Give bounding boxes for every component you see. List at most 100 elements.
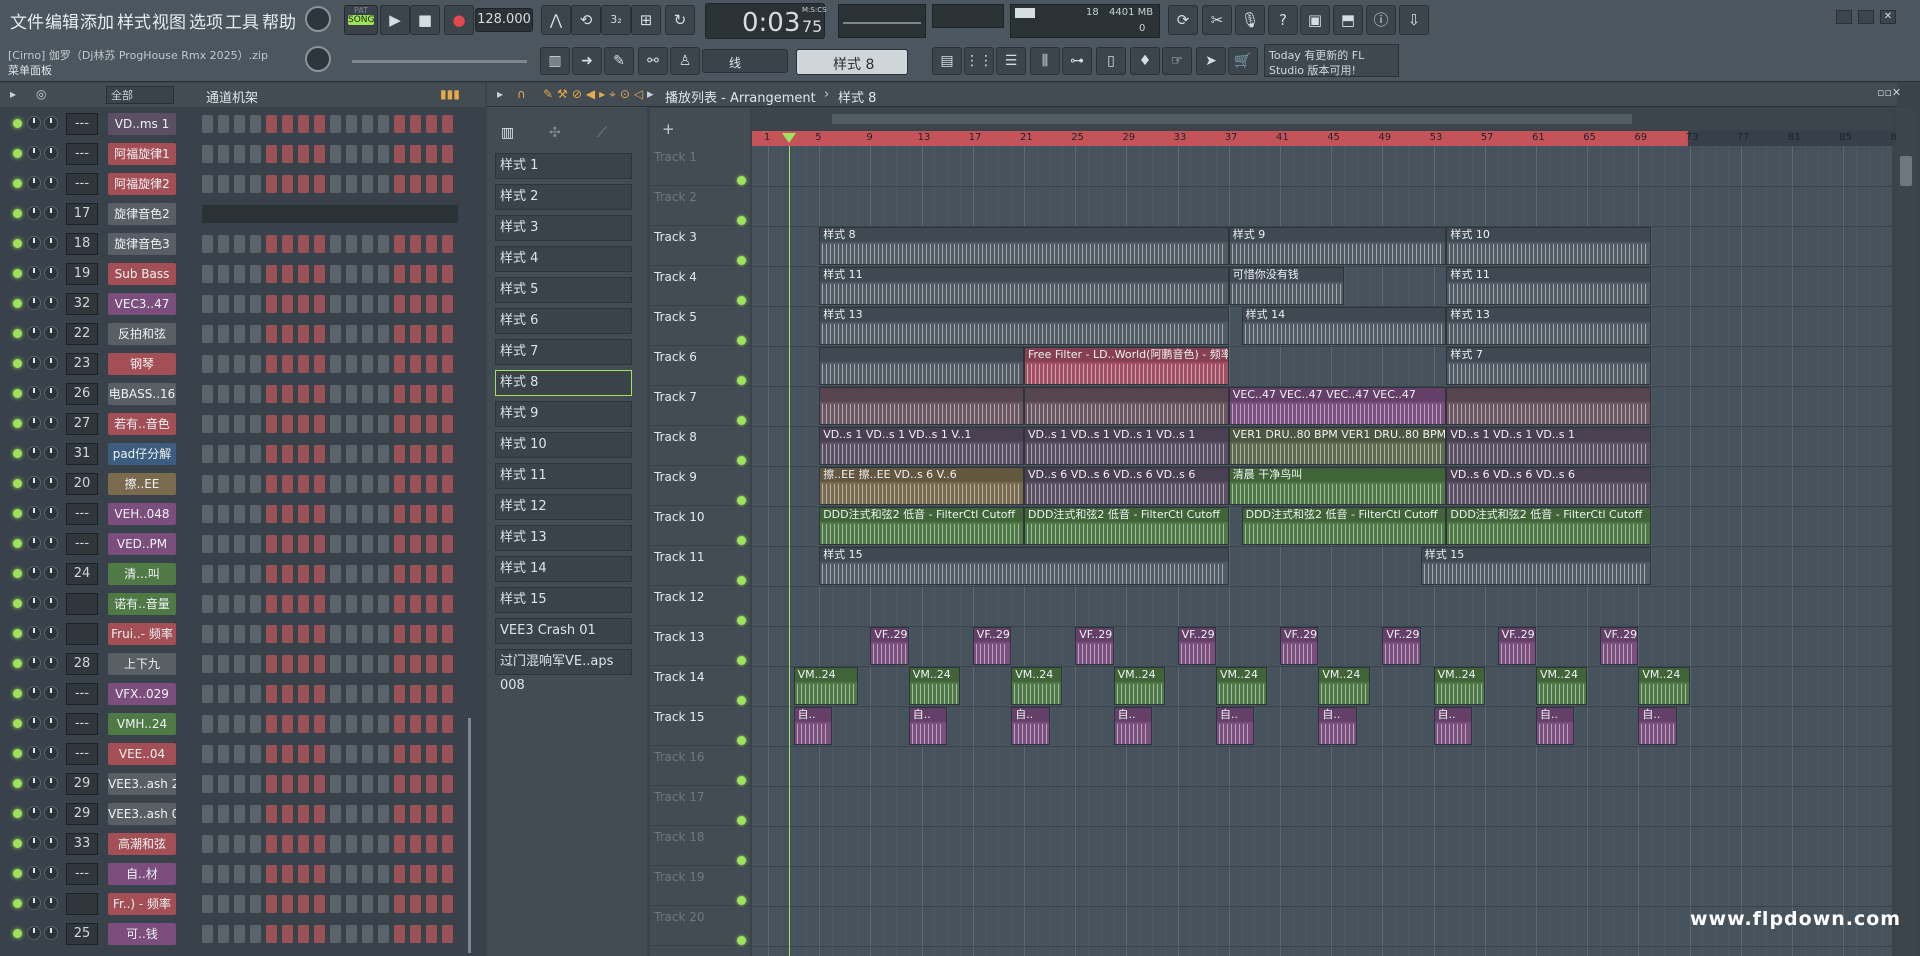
channel-mixer-track[interactable]: 29 — [66, 773, 98, 795]
playlist-clip[interactable]: VD..s 1 VD..s 1 VD..s 1 — [1446, 427, 1652, 465]
step-button[interactable] — [250, 565, 261, 583]
play-button[interactable]: ▶ — [380, 5, 410, 35]
volume-knob[interactable] — [44, 536, 58, 550]
step-button[interactable] — [394, 715, 405, 733]
step-button[interactable] — [266, 475, 277, 493]
step-button[interactable] — [410, 685, 421, 703]
pattern-item[interactable]: 样式 15 — [495, 587, 632, 613]
step-button[interactable] — [362, 715, 373, 733]
step-button[interactable] — [314, 145, 325, 163]
step-button[interactable] — [410, 415, 421, 433]
step-button[interactable] — [250, 745, 261, 763]
step-button[interactable] — [234, 805, 245, 823]
step-button[interactable] — [378, 895, 389, 913]
step-button[interactable] — [314, 625, 325, 643]
step-button[interactable] — [378, 415, 389, 433]
step-button[interactable] — [362, 325, 373, 343]
step-button[interactable] — [362, 625, 373, 643]
piano-roll-icon[interactable]: ▥ — [540, 47, 570, 75]
step-button[interactable] — [314, 235, 325, 253]
step-button[interactable] — [266, 715, 277, 733]
channel-led[interactable] — [13, 629, 22, 638]
step-button[interactable] — [266, 535, 277, 553]
step-button[interactable] — [394, 565, 405, 583]
step-button[interactable] — [234, 565, 245, 583]
step-button[interactable] — [298, 385, 309, 403]
track-mute-led[interactable] — [737, 256, 746, 265]
step-button[interactable] — [266, 355, 277, 373]
step-button[interactable] — [266, 325, 277, 343]
pattern-item[interactable]: 样式 8 — [495, 370, 632, 396]
step-button[interactable] — [282, 685, 293, 703]
step-button[interactable] — [426, 325, 437, 343]
step-button[interactable] — [218, 295, 229, 313]
channel-mixer-track[interactable]: 33 — [66, 833, 98, 855]
step-button[interactable] — [202, 355, 213, 373]
step-button[interactable] — [298, 235, 309, 253]
step-button[interactable] — [378, 775, 389, 793]
step-button[interactable] — [410, 535, 421, 553]
channel-name-button[interactable]: VEC3..47 — [108, 293, 176, 315]
step-button[interactable] — [202, 145, 213, 163]
pan-knob[interactable] — [27, 116, 41, 130]
step-button[interactable] — [218, 475, 229, 493]
step-button[interactable] — [266, 685, 277, 703]
track-mute-led[interactable] — [737, 496, 746, 505]
step-button[interactable] — [378, 385, 389, 403]
step-button[interactable] — [394, 835, 405, 853]
step-button[interactable] — [330, 295, 341, 313]
track-header[interactable]: Track 10 — [650, 506, 752, 546]
playlist-clip[interactable]: 自.. — [1113, 707, 1152, 745]
step-button[interactable] — [362, 865, 373, 883]
step-button[interactable] — [346, 445, 357, 463]
step-button[interactable] — [282, 925, 293, 943]
step-button[interactable] — [266, 655, 277, 673]
channel-led[interactable] — [13, 359, 22, 368]
step-button[interactable] — [378, 325, 389, 343]
channel-mixer-track[interactable] — [66, 623, 98, 645]
channel-led[interactable] — [13, 269, 22, 278]
step-button[interactable] — [250, 865, 261, 883]
browser-icon[interactable]: ⊶ — [1062, 47, 1092, 75]
step-button[interactable] — [330, 535, 341, 553]
pan-knob[interactable] — [27, 656, 41, 670]
channel-led[interactable] — [13, 689, 22, 698]
step-button[interactable] — [202, 805, 213, 823]
step-button[interactable] — [442, 295, 453, 313]
step-button[interactable] — [298, 475, 309, 493]
step-button[interactable] — [362, 415, 373, 433]
step-button[interactable] — [282, 235, 293, 253]
step-button[interactable] — [218, 235, 229, 253]
step-button[interactable] — [426, 565, 437, 583]
volume-knob[interactable] — [44, 836, 58, 850]
step-button[interactable] — [378, 865, 389, 883]
stop-button[interactable]: ■ — [410, 5, 440, 35]
step-button[interactable] — [202, 775, 213, 793]
step-button[interactable] — [282, 385, 293, 403]
step-button[interactable] — [346, 235, 357, 253]
step-button[interactable] — [426, 685, 437, 703]
step-button[interactable] — [266, 805, 277, 823]
picker-patterns-tab[interactable]: ▥ — [501, 125, 514, 141]
pan-knob[interactable] — [27, 236, 41, 250]
channel-name-button[interactable]: 旋律音色2 — [108, 203, 176, 225]
step-button[interactable] — [282, 295, 293, 313]
playlist-clip[interactable]: 自.. — [793, 707, 832, 745]
volume-knob[interactable] — [44, 296, 58, 310]
step-button[interactable] — [298, 925, 309, 943]
step-button[interactable] — [330, 415, 341, 433]
volume-knob[interactable] — [44, 416, 58, 430]
step-button[interactable] — [426, 595, 437, 613]
step-button[interactable] — [298, 355, 309, 373]
channel-led[interactable] — [13, 419, 22, 428]
step-button[interactable] — [314, 925, 325, 943]
channel-mixer-track[interactable]: 28 — [66, 653, 98, 675]
volume-knob[interactable] — [44, 356, 58, 370]
step-button[interactable] — [442, 625, 453, 643]
step-button[interactable] — [298, 745, 309, 763]
step-button[interactable] — [218, 835, 229, 853]
channel-name-button[interactable]: 钢琴 — [108, 353, 176, 375]
step-button[interactable] — [218, 385, 229, 403]
step-button[interactable] — [298, 505, 309, 523]
playlist-clip[interactable]: DDD注式和弦2 低音 - FilterCtl Cutoff — [1446, 507, 1652, 545]
